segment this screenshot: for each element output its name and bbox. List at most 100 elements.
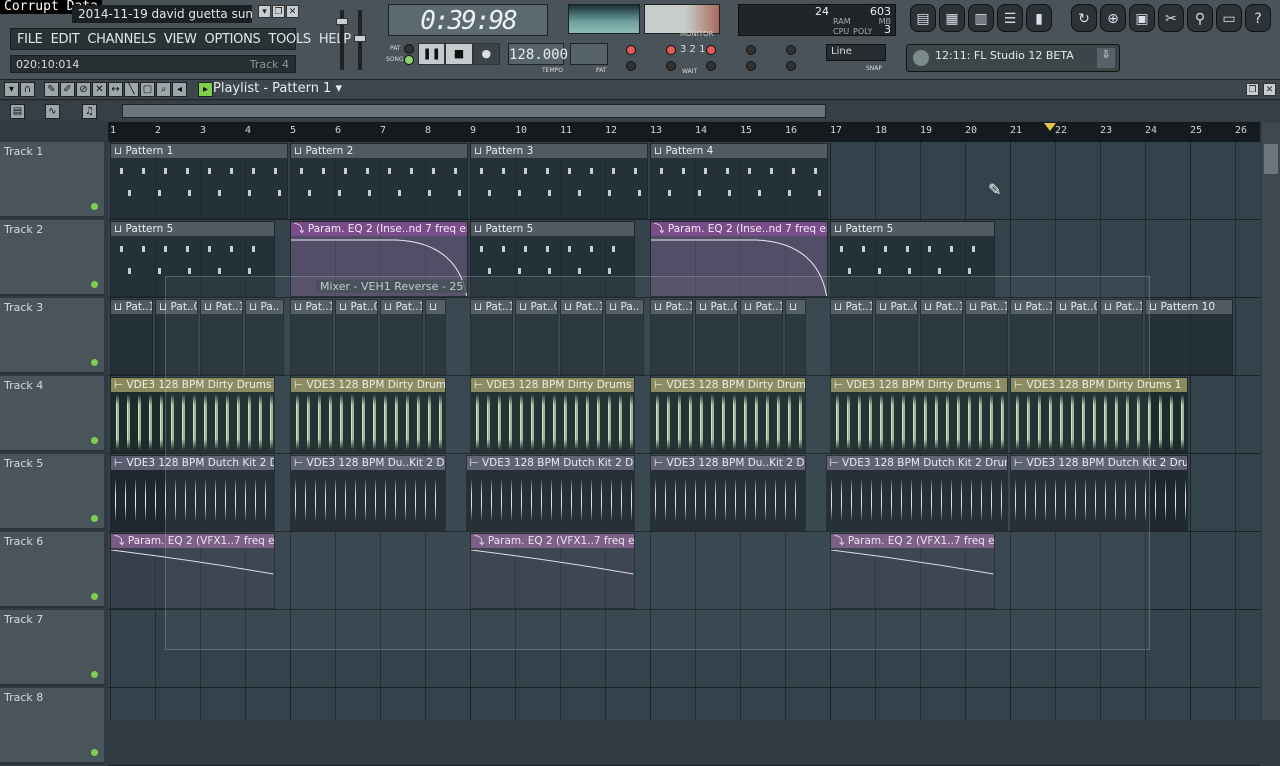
- slice-tool-icon[interactable]: ╲: [124, 82, 139, 97]
- clip-type-icon: ⤵: [654, 223, 668, 235]
- paint-tool-icon[interactable]: ✐: [60, 82, 75, 97]
- timeline-ruler[interactable]: [108, 122, 1260, 142]
- track-active-led[interactable]: [91, 593, 98, 600]
- menu-help[interactable]: HELP: [319, 32, 351, 47]
- stop-button[interactable]: ■: [445, 43, 473, 65]
- ram-label: RAM: [833, 17, 851, 26]
- save-new-icon[interactable]: ⊕: [1100, 4, 1126, 32]
- project-title: 2014-11-19 david guetta sun g..: [72, 5, 252, 23]
- metronome-led[interactable]: [626, 45, 636, 55]
- song-mode-led[interactable]: [404, 55, 414, 65]
- track-active-led[interactable]: [91, 671, 98, 678]
- menu-channels[interactable]: CHANNELS: [87, 32, 156, 47]
- track-header[interactable]: Track 6: [0, 532, 104, 608]
- close-button[interactable]: ✕: [286, 5, 299, 18]
- typing-keyboard-led[interactable]: [626, 61, 636, 71]
- track-active-led[interactable]: [91, 437, 98, 444]
- pat-mode-led[interactable]: [404, 44, 414, 54]
- vertical-scrollbar[interactable]: [1262, 122, 1280, 720]
- clip-pat[interactable]: ⊔ Pattern 4: [650, 143, 828, 219]
- select-tool-icon[interactable]: ▢: [140, 82, 155, 97]
- track-header[interactable]: Track 7: [0, 610, 104, 686]
- slip-tool-icon[interactable]: ↔: [108, 82, 123, 97]
- playlist-title[interactable]: Playlist - Pattern 1 ▾: [213, 81, 342, 96]
- download-icon[interactable]: ⇩: [1097, 48, 1115, 68]
- pattern-number-display[interactable]: [570, 43, 608, 65]
- tempo-display[interactable]: 128.000: [508, 43, 568, 65]
- piano-roll-icon[interactable]: ▥: [968, 4, 994, 32]
- clip-name: Pattern 3: [485, 145, 534, 157]
- clip-type-icon: ⤵: [294, 223, 308, 235]
- track-header[interactable]: Track 3: [0, 298, 104, 374]
- save-icon[interactable]: ▣: [1129, 4, 1155, 32]
- clip-pat[interactable]: ⊔ Pattern 1: [110, 143, 288, 219]
- menu-options[interactable]: OPTIONS: [205, 32, 261, 47]
- mic-icon[interactable]: ⚲: [1187, 4, 1213, 32]
- track-header[interactable]: Track 5: [0, 454, 104, 530]
- master-volume-slider[interactable]: [336, 10, 348, 70]
- menu-edit[interactable]: EDIT: [51, 32, 80, 47]
- news-panel[interactable]: 12:11: FL Studio 12 BETA ⇩: [906, 44, 1120, 72]
- menu-file[interactable]: FILE: [17, 32, 43, 47]
- automation-view-icon[interactable]: ∿: [45, 104, 60, 119]
- wait-led[interactable]: [666, 61, 676, 71]
- menu-tools[interactable]: TOOLS: [268, 32, 311, 47]
- zoom-tool-icon[interactable]: ⌕: [156, 82, 171, 97]
- clip-pat[interactable]: ⊔ Pattern 3: [470, 143, 648, 219]
- bar-number: 20: [965, 125, 978, 136]
- playback-tool-icon[interactable]: ◂: [172, 82, 187, 97]
- pause-button[interactable]: ❚❚: [418, 43, 446, 65]
- draw-tool-icon[interactable]: ✎: [44, 82, 59, 97]
- restore-button[interactable]: ❐: [272, 5, 285, 18]
- playlist-icon[interactable]: ▤: [910, 4, 936, 32]
- play-arrow-icon[interactable]: ▸: [198, 82, 213, 97]
- clip-pat[interactable]: ⊔ Pattern 10: [1145, 299, 1233, 375]
- track-header[interactable]: Track 8: [0, 688, 104, 764]
- step-edit-led[interactable]: [706, 45, 716, 55]
- auto-scroll-led[interactable]: [746, 61, 756, 71]
- cpu-value: 24: [815, 5, 829, 18]
- track-active-led[interactable]: [91, 749, 98, 756]
- mixer-icon[interactable]: ▮: [1026, 4, 1052, 32]
- pattern-view-icon[interactable]: ▤: [10, 104, 25, 119]
- track-header[interactable]: Track 4: [0, 376, 104, 452]
- clip-label: ⊔ Pattern 1: [111, 144, 287, 158]
- magnet-icon[interactable]: ∩: [20, 82, 35, 97]
- menu-dropdown-button[interactable]: ▾: [258, 5, 271, 18]
- scrollbar-thumb[interactable]: [122, 104, 826, 118]
- news-text: 12:11: FL Studio 12 BETA: [935, 49, 1074, 62]
- track-active-led[interactable]: [91, 359, 98, 366]
- browser-icon[interactable]: ☰: [997, 4, 1023, 32]
- time-display[interactable]: 0:39:98: [388, 4, 548, 36]
- playlist-menu-icon[interactable]: ▾: [4, 82, 19, 97]
- tempo-label: TEMPO: [542, 67, 563, 74]
- clip-pat[interactable]: ⊔ Pat..10: [110, 299, 153, 375]
- recording-led[interactable]: [746, 45, 756, 55]
- playlist-close-button[interactable]: ✕: [1263, 83, 1276, 96]
- blend-notes-led[interactable]: [706, 61, 716, 71]
- track-header[interactable]: Track 1: [0, 142, 104, 218]
- snap-select[interactable]: Line: [826, 44, 886, 61]
- clip-pat[interactable]: ⊔ Pattern 2: [290, 143, 468, 219]
- step-sequencer-icon[interactable]: ▦: [939, 4, 965, 32]
- master-pitch-slider[interactable]: [354, 10, 366, 70]
- mute-tool-icon[interactable]: ✕: [92, 82, 107, 97]
- track-header[interactable]: Track 2: [0, 220, 104, 296]
- track-active-led[interactable]: [91, 515, 98, 522]
- audio-view-icon[interactable]: ♫: [82, 104, 97, 119]
- cut-icon[interactable]: ✂: [1158, 4, 1184, 32]
- record-button[interactable]: ●: [472, 43, 500, 65]
- delete-tool-icon[interactable]: ⊘: [76, 82, 91, 97]
- help-icon[interactable]: ?: [1245, 4, 1271, 32]
- track-active-led[interactable]: [91, 281, 98, 288]
- vertical-scroll-thumb[interactable]: [1264, 144, 1278, 174]
- countdown-led[interactable]: [666, 45, 676, 55]
- track-active-led[interactable]: [91, 203, 98, 210]
- loop-record-led[interactable]: [786, 45, 796, 55]
- menu-view[interactable]: VIEW: [164, 32, 197, 47]
- clip-label: ⤵ Param. EQ 2 (Inse..nd 7 freq envelope: [651, 222, 827, 236]
- multilink-led[interactable]: [786, 61, 796, 71]
- notes-icon[interactable]: ▭: [1216, 4, 1242, 32]
- undo-icon[interactable]: ↻: [1071, 4, 1097, 32]
- playlist-restore-button[interactable]: ❐: [1246, 83, 1259, 96]
